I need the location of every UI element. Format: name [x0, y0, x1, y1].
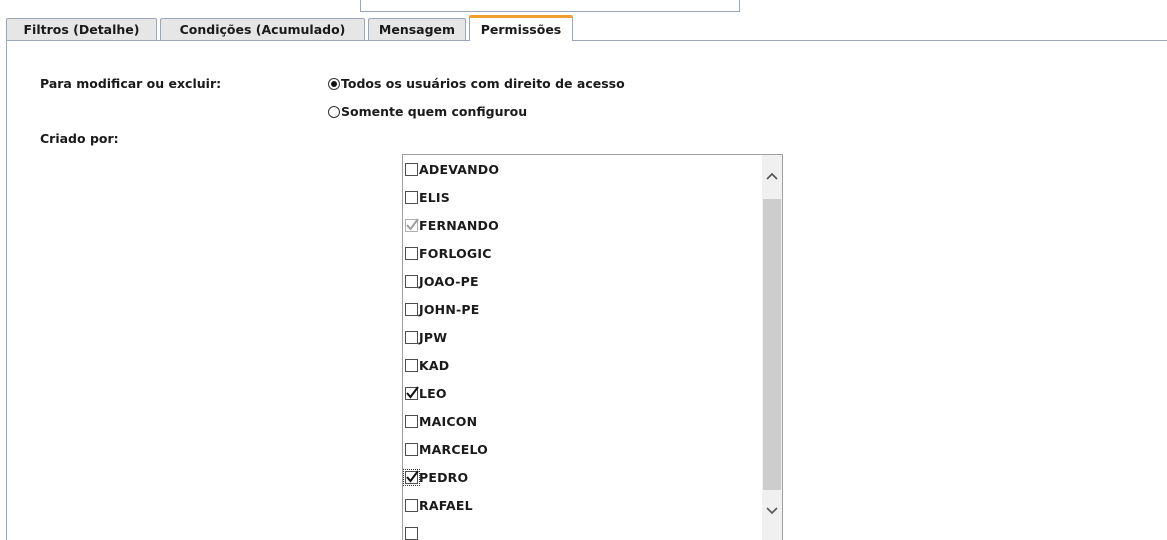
- list-item-forlogic[interactable]: FORLOGIC: [403, 239, 762, 267]
- scroll-up-button[interactable]: [762, 155, 782, 197]
- created-by-listbox[interactable]: ADEVANDO ELIS FERNANDO FORLOGIC JOAO-PE …: [402, 154, 783, 540]
- tab-label: Condições (Acumulado): [179, 22, 346, 37]
- tab-condicoes-acumulado[interactable]: Condições (Acumulado): [160, 18, 365, 40]
- user-name: JOAO-PE: [419, 273, 479, 289]
- checkbox[interactable]: [405, 414, 418, 428]
- check-icon: [406, 385, 419, 399]
- user-name: FORLOGIC: [419, 245, 492, 261]
- user-name: ADEVANDO: [419, 161, 500, 177]
- user-name: MARCELO: [419, 441, 488, 457]
- checkbox[interactable]: [405, 385, 419, 400]
- list-item-rafael[interactable]: RAFAEL: [403, 491, 762, 519]
- list-item-elis[interactable]: ELIS: [403, 183, 762, 211]
- radio-option-all-users[interactable]: Todos os usuários com direito de acesso: [328, 76, 625, 91]
- list-item-joao-pe[interactable]: JOAO-PE: [403, 267, 762, 295]
- list-item-jpw[interactable]: JPW: [403, 323, 762, 351]
- tab-filtros-detalhe[interactable]: Filtros (Detalhe): [6, 18, 157, 40]
- checkbox[interactable]: [405, 442, 418, 456]
- chevron-up-icon: [766, 172, 778, 180]
- user-list: ADEVANDO ELIS FERNANDO FORLOGIC JOAO-PE …: [403, 155, 762, 540]
- checkbox[interactable]: [405, 274, 418, 288]
- checkbox[interactable]: [405, 330, 418, 344]
- tab-mensagem[interactable]: Mensagem: [368, 18, 466, 40]
- scroll-down-button[interactable]: [762, 490, 782, 532]
- modify-delete-label: Para modificar ou excluir:: [40, 76, 222, 91]
- check-icon: [406, 469, 419, 483]
- user-name: KAD: [419, 357, 450, 373]
- chevron-down-icon: [766, 507, 778, 515]
- checkbox[interactable]: [405, 217, 419, 232]
- user-name: JPW: [419, 329, 448, 345]
- created-by-label: Criado por:: [40, 131, 119, 146]
- list-item-kad[interactable]: KAD: [403, 351, 762, 379]
- panel-left-border: [6, 40, 7, 540]
- radio-label: Somente quem configurou: [341, 104, 528, 119]
- list-item-pedro[interactable]: PEDRO: [403, 463, 762, 491]
- top-panel-edge: [360, 0, 740, 12]
- checkbox[interactable]: [405, 246, 418, 260]
- tab-panel-border: [6, 40, 1167, 41]
- radio-selected-dot: [331, 80, 337, 87]
- list-item-marcelo[interactable]: MARCELO: [403, 435, 762, 463]
- tab-label: Permissões: [480, 22, 562, 37]
- radio-button[interactable]: [328, 77, 340, 90]
- user-name: ELIS: [419, 189, 450, 205]
- tab-label: Mensagem: [378, 22, 456, 37]
- list-item-leo[interactable]: LEO: [403, 379, 762, 407]
- check-icon: [406, 217, 419, 231]
- list-item-john-pe[interactable]: JOHN-PE: [403, 295, 762, 323]
- radio-option-only-creator[interactable]: Somente quem configurou: [328, 104, 527, 119]
- checkbox[interactable]: [405, 190, 418, 204]
- tab-label: Filtros (Detalhe): [23, 22, 140, 37]
- user-name: FERNANDO: [419, 217, 499, 233]
- checkbox[interactable]: [405, 302, 418, 316]
- scrollbar-thumb[interactable]: [763, 199, 781, 499]
- vertical-scrollbar[interactable]: [762, 155, 782, 540]
- checkbox[interactable]: [405, 358, 418, 372]
- user-name: PEDRO: [419, 469, 469, 485]
- checkbox[interactable]: [405, 498, 418, 512]
- list-item-partial[interactable]: [403, 519, 762, 540]
- radio-button[interactable]: [328, 105, 340, 118]
- checkbox[interactable]: [403, 468, 420, 486]
- list-item-fernando[interactable]: FERNANDO: [403, 211, 762, 239]
- list-item-adevando[interactable]: ADEVANDO: [403, 155, 762, 183]
- user-name: RAFAEL: [419, 497, 473, 513]
- checkbox[interactable]: [405, 526, 418, 540]
- checkbox[interactable]: [405, 162, 418, 176]
- user-name: JOHN-PE: [419, 301, 480, 317]
- user-name: LEO: [419, 385, 447, 401]
- radio-label: Todos os usuários com direito de acesso: [341, 76, 625, 91]
- user-name: MAICON: [419, 413, 478, 429]
- tab-permissoes[interactable]: Permissões: [469, 15, 573, 41]
- list-item-maicon[interactable]: MAICON: [403, 407, 762, 435]
